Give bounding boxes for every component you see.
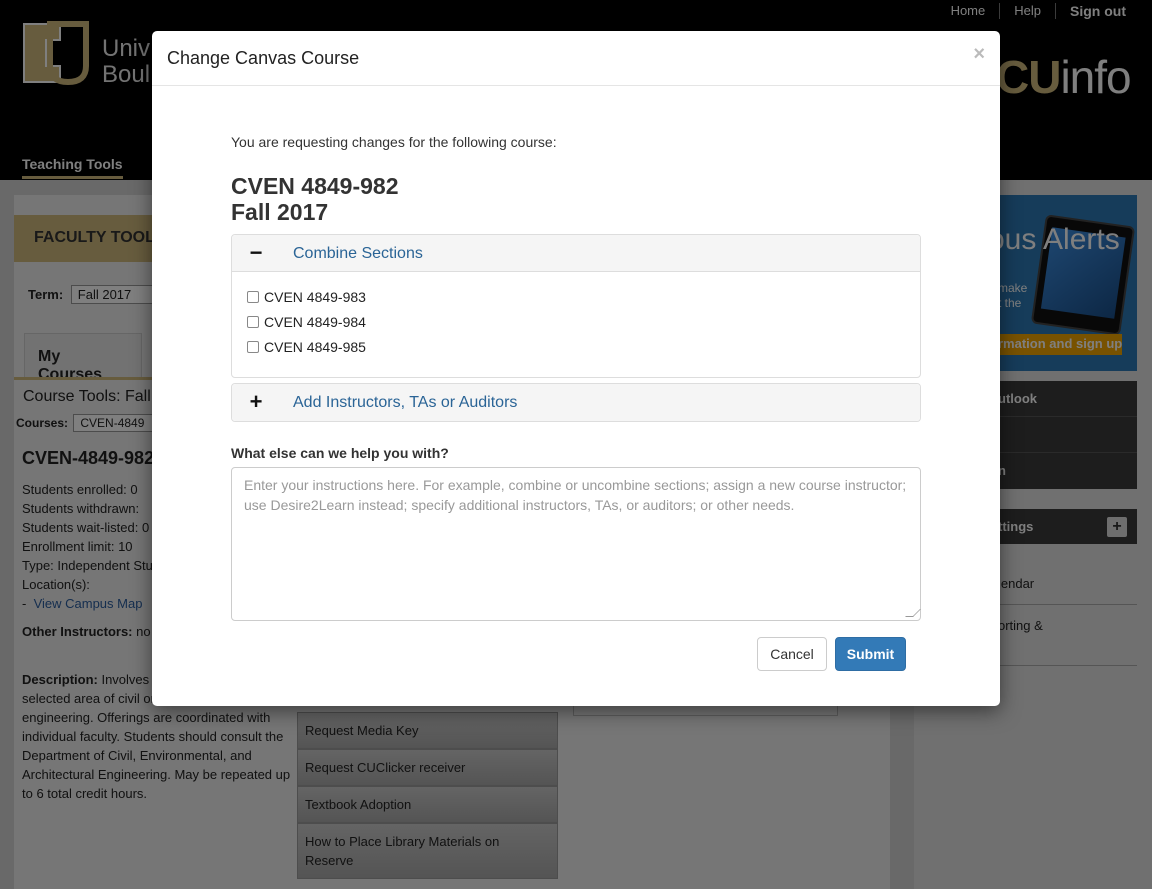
plus-icon[interactable]: +	[246, 390, 266, 414]
textarea-placeholder: Enter your instructions here. For exampl…	[244, 477, 907, 513]
combine-sections-title[interactable]: Combine Sections	[293, 245, 423, 263]
modal-header: Change Canvas Course ×	[152, 31, 1000, 86]
section-option[interactable]: CVEN 4849-983	[247, 284, 905, 309]
resize-grip-icon[interactable]	[905, 609, 921, 617]
intro-text: You are requesting changes for the follo…	[231, 134, 557, 150]
submit-button[interactable]: Submit	[835, 637, 906, 671]
section-option[interactable]: CVEN 4849-984	[247, 309, 905, 334]
section-checkbox[interactable]	[247, 340, 259, 353]
section-option[interactable]: CVEN 4849-985	[247, 334, 905, 359]
help-label: What else can we help you with?	[231, 445, 449, 461]
course-identity: CVEN 4849-982 Fall 2017	[231, 173, 399, 225]
change-canvas-course-modal: Change Canvas Course × You are requestin…	[152, 31, 1000, 706]
add-instructors-panel: + Add Instructors, TAs or Auditors	[231, 383, 921, 422]
modal-title: Change Canvas Course	[167, 48, 360, 68]
add-instructors-title[interactable]: Add Instructors, TAs or Auditors	[293, 394, 517, 412]
instructions-textarea[interactable]: Enter your instructions here. For exampl…	[231, 467, 921, 621]
combine-sections-header[interactable]: − Combine Sections	[232, 235, 920, 272]
add-instructors-header[interactable]: + Add Instructors, TAs or Auditors	[232, 384, 920, 421]
combine-sections-panel: − Combine Sections CVEN 4849-983 CVEN 48…	[231, 234, 921, 378]
minus-icon[interactable]: −	[246, 241, 266, 265]
section-label: CVEN 4849-983	[264, 288, 366, 305]
close-icon[interactable]: ×	[973, 43, 985, 66]
section-label: CVEN 4849-985	[264, 338, 366, 355]
course-term: Fall 2017	[231, 199, 329, 225]
section-label: CVEN 4849-984	[264, 313, 366, 330]
section-checkbox[interactable]	[247, 315, 259, 328]
course-code: CVEN 4849-982	[231, 173, 399, 199]
combine-sections-body: CVEN 4849-983 CVEN 4849-984 CVEN 4849-98…	[232, 272, 920, 367]
section-checkbox[interactable]	[247, 290, 259, 303]
cancel-button[interactable]: Cancel	[757, 637, 827, 671]
